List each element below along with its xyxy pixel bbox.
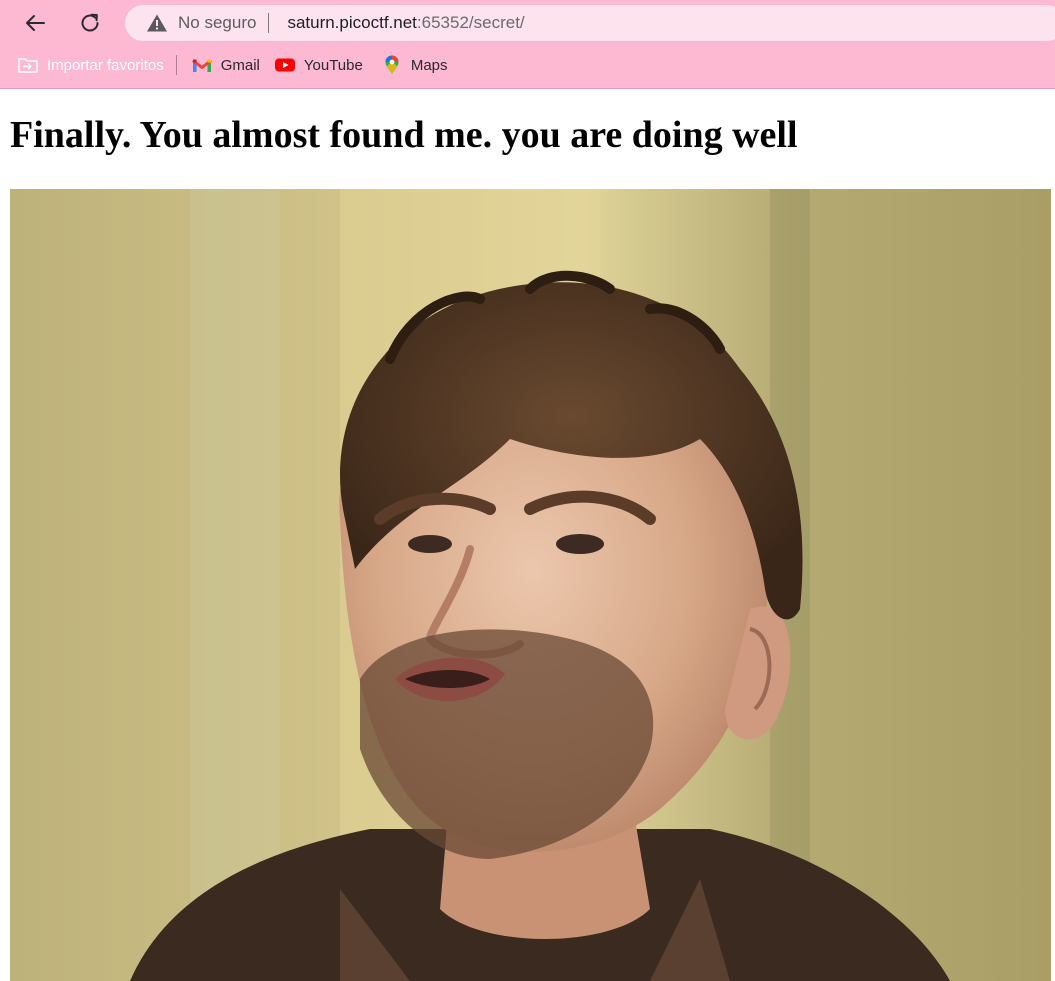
address-bar[interactable]: No seguro saturn.picoctf.net:65352/secre… [125,5,1055,41]
gmail-icon [191,56,213,74]
warning-icon[interactable] [146,12,168,34]
reload-icon [81,13,99,32]
bookmark-maps[interactable]: Maps [377,51,452,79]
maps-icon [381,55,403,74]
browser-chrome: No seguro saturn.picoctf.net:65352/secre… [0,0,1055,89]
man-portrait-illustration [10,189,1051,981]
url-host: saturn.picoctf.net [287,13,417,32]
bookmarks-divider [175,55,177,75]
bookmark-label: Importar favoritos [47,56,164,74]
page-heading: Finally. You almost found me. you are do… [10,114,798,156]
bookmark-label: Maps [410,56,448,74]
bookmark-gmail[interactable]: Gmail [187,51,264,79]
bookmark-import-favorites[interactable]: Importar favoritos [13,51,168,79]
browser-toolbar: No seguro saturn.picoctf.net:65352/secre… [0,0,1055,46]
url-text[interactable]: saturn.picoctf.net:65352/secret/ [287,13,524,33]
security-status-label[interactable]: No seguro [178,13,256,33]
bookmarks-bar: Importar favoritos Gmail YouTube Maps [0,48,1055,82]
url-path: :65352/secret/ [416,13,525,32]
animated-gif-image [10,189,1051,981]
arrow-left-icon [26,15,45,31]
youtube-icon [274,56,296,74]
bookmark-label: Gmail [220,56,260,74]
bookmark-youtube[interactable]: YouTube [270,51,367,79]
reload-button[interactable] [73,6,107,40]
back-button[interactable] [18,6,52,40]
page-content: Finally. You almost found me. you are do… [0,89,1055,981]
address-bar-divider [268,13,270,33]
bookmark-label: YouTube [303,56,363,74]
import-folder-icon [17,56,39,74]
